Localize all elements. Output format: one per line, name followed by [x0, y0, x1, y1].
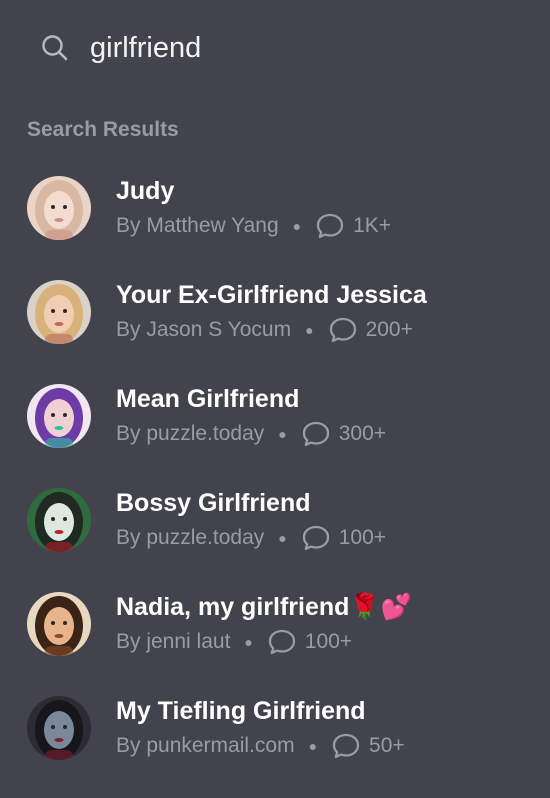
- result-text: Your Ex-Girlfriend Jessica By Jason S Yo…: [116, 280, 427, 344]
- result-meta: By Matthew Yang ● 1K+: [116, 212, 391, 240]
- result-name: My Tiefling Girlfriend: [116, 697, 366, 725]
- result-author: By puzzle.today: [116, 526, 265, 549]
- result-name: Judy: [116, 177, 175, 205]
- chat-bubble-icon: [315, 212, 345, 240]
- result-item[interactable]: Nadia, my girlfriend🌹💕 By jenni laut ● 1…: [0, 572, 550, 676]
- result-author: By punkermail.com: [116, 734, 295, 757]
- chat-bubble-icon: [301, 420, 331, 448]
- result-meta: By puzzle.today ● 100+: [116, 524, 386, 552]
- chat-bubble-icon: [301, 524, 331, 552]
- result-author: By puzzle.today: [116, 422, 265, 445]
- result-count: 200+: [365, 318, 413, 341]
- result-item[interactable]: Your Ex-Girlfriend Jessica By Jason S Yo…: [0, 260, 550, 364]
- result-item[interactable]: Bossy Girlfriend By puzzle.today ● 100+: [0, 468, 550, 572]
- result-item[interactable]: Judy By Matthew Yang ● 1K+: [0, 156, 550, 260]
- result-name: Your Ex-Girlfriend Jessica: [116, 281, 427, 309]
- result-meta: By jenni laut ● 100+: [116, 628, 412, 656]
- separator-dot: ●: [244, 634, 253, 650]
- result-name: Nadia, my girlfriend🌹💕: [116, 593, 412, 621]
- search-panel: Search Results Judy By Matthew Yang ●: [0, 0, 550, 798]
- result-count: 1K+: [353, 214, 392, 237]
- result-text: My Tiefling Girlfriend By punkermail.com…: [116, 696, 405, 760]
- result-item[interactable]: My Tiefling Girlfriend By punkermail.com…: [0, 676, 550, 780]
- result-name: Bossy Girlfriend: [116, 489, 311, 517]
- chat-bubble-icon: [328, 316, 358, 344]
- search-icon: [40, 33, 70, 63]
- result-meta: By puzzle.today ● 300+: [116, 420, 386, 448]
- separator-dot: ●: [278, 530, 287, 546]
- avatar: [27, 384, 91, 448]
- avatar: [27, 488, 91, 552]
- result-meta: By Jason S Yocum ● 200+: [116, 316, 427, 344]
- avatar: [27, 280, 91, 344]
- result-text: Judy By Matthew Yang ● 1K+: [116, 176, 391, 240]
- separator-dot: ●: [292, 218, 302, 234]
- result-author: By Jason S Yocum: [116, 318, 292, 341]
- chat-bubble-icon: [267, 628, 297, 656]
- section-title: Search Results: [27, 118, 179, 141]
- result-author: By Matthew Yang: [116, 214, 279, 237]
- result-count: 100+: [304, 630, 353, 653]
- result-author: By jenni laut: [116, 630, 231, 653]
- chat-bubble-icon: [331, 732, 361, 760]
- result-count: 50+: [369, 734, 405, 757]
- result-count: 100+: [338, 526, 387, 549]
- avatar: [27, 176, 91, 240]
- result-meta: By punkermail.com ● 50+: [116, 732, 405, 760]
- result-count: 300+: [338, 422, 387, 445]
- avatar: [27, 592, 91, 656]
- separator-dot: ●: [305, 322, 314, 338]
- result-name: Mean Girlfriend: [116, 385, 300, 413]
- avatar: [27, 696, 91, 760]
- result-text: Mean Girlfriend By puzzle.today ● 300+: [116, 384, 386, 448]
- search-input[interactable]: [90, 31, 490, 65]
- separator-dot: ●: [308, 738, 318, 754]
- search-results-list: Judy By Matthew Yang ● 1K+ Your Ex-Girlf…: [0, 156, 550, 780]
- result-text: Nadia, my girlfriend🌹💕 By jenni laut ● 1…: [116, 592, 412, 656]
- result-item[interactable]: Mean Girlfriend By puzzle.today ● 300+: [0, 364, 550, 468]
- search-bar[interactable]: [40, 26, 520, 70]
- result-text: Bossy Girlfriend By puzzle.today ● 100+: [116, 488, 386, 552]
- separator-dot: ●: [278, 426, 287, 442]
